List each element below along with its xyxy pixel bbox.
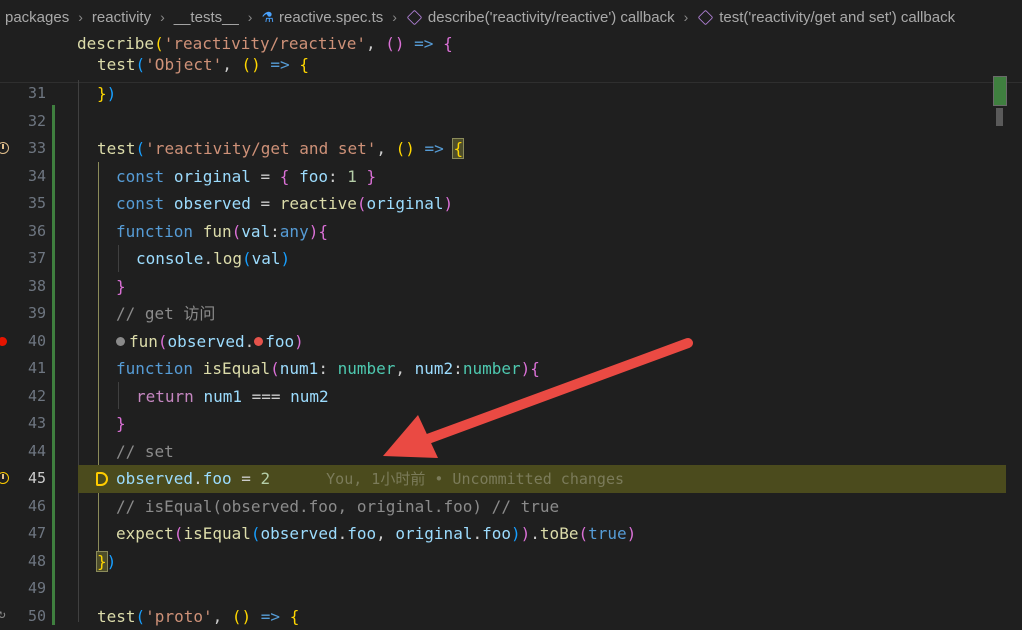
line-number: 48	[0, 548, 46, 576]
code-line[interactable]: 43 }	[0, 410, 1022, 438]
code-editor[interactable]: 31 }) 32 33 test('reactivity/get and set…	[0, 80, 1022, 622]
code-text: console.log(val)	[136, 245, 290, 273]
code-line[interactable]: 47 expect(isEqual(observed.foo, original…	[0, 520, 1022, 548]
code-text: })	[97, 80, 116, 108]
code-line[interactable]: 44 // set	[0, 438, 1022, 466]
code-text: test('proto', () => {	[97, 603, 299, 630]
minimap-slider[interactable]	[996, 108, 1003, 126]
line-number: 49	[0, 575, 46, 603]
code-line[interactable]: 33 test('reactivity/get and set', () => …	[0, 135, 1022, 163]
sticky-line-describe[interactable]: describe('reactivity/reactive', () => {	[77, 34, 453, 54]
line-number: 40	[0, 328, 46, 356]
chevron-right-icon: ›	[160, 9, 165, 25]
code-line[interactable]: 48 })	[0, 548, 1022, 576]
code-line[interactable]: 34 const original = { foo: 1 }	[0, 163, 1022, 191]
flask-icon: ⚗	[261, 9, 274, 26]
code-text: })	[97, 548, 116, 576]
cube-icon	[407, 9, 423, 25]
line-number: 43	[0, 410, 46, 438]
line-number: 41	[0, 355, 46, 383]
code-text: function isEqual(num1: number, num2:numb…	[116, 355, 540, 383]
breadcrumb: packages › reactivity › __tests__ › ⚗ re…	[0, 0, 1022, 34]
chevron-right-icon: ›	[248, 9, 253, 25]
code-line[interactable]: 40 fun(observed.foo)	[0, 328, 1022, 356]
code-text: fun(observed.foo)	[116, 328, 304, 356]
breadcrumb-describe[interactable]: describe('reactivity/reactive') callback	[406, 9, 675, 26]
code-line[interactable]: 39 // get 访问	[0, 300, 1022, 328]
code-line[interactable]: 31 })	[0, 80, 1022, 108]
code-line[interactable]: 46 // isEqual(observed.foo, original.foo…	[0, 493, 1022, 521]
scrollbar-thumb[interactable]	[993, 76, 1007, 106]
line-number: 35	[0, 190, 46, 218]
code-line[interactable]: 32	[0, 108, 1022, 136]
line-number: 36	[0, 218, 46, 246]
chevron-right-icon: ›	[392, 9, 397, 25]
code-text: const original = { foo: 1 }	[116, 163, 376, 191]
line-number: 31	[0, 80, 46, 108]
code-text: test('reactivity/get and set', () => {	[97, 135, 463, 163]
git-blame-annotation[interactable]: You, 1小时前 • Uncommitted changes	[326, 470, 624, 488]
code-line[interactable]: 35 const observed = reactive(original)	[0, 190, 1022, 218]
code-line[interactable]: 38 }	[0, 273, 1022, 301]
line-number: 45	[0, 465, 46, 493]
current-execution-line[interactable]: 45 observed.foo = 2You, 1小时前 • Uncommitt…	[0, 465, 1022, 493]
chevron-right-icon: ›	[78, 9, 83, 25]
breadcrumb-reactivity[interactable]: reactivity	[92, 9, 151, 26]
sticky-scroll-header[interactable]: describe('reactivity/reactive', () => { …	[0, 34, 1022, 83]
code-line[interactable]: ↻ 50 test('proto', () => {	[0, 603, 1022, 630]
chevron-right-icon: ›	[684, 9, 689, 25]
code-line[interactable]: 41 function isEqual(num1: number, num2:n…	[0, 355, 1022, 383]
line-number: 42	[0, 383, 46, 411]
line-number: 50	[0, 603, 46, 630]
code-text: const observed = reactive(original)	[116, 190, 453, 218]
code-text: // get 访问	[116, 300, 215, 328]
code-text: return num1 === num2	[136, 383, 329, 411]
breadcrumb-file[interactable]: ⚗ reactive.spec.ts	[261, 9, 383, 26]
breadcrumb-packages[interactable]: packages	[5, 9, 69, 26]
line-number: 44	[0, 438, 46, 466]
sticky-line-test[interactable]: test('Object', () => {	[97, 55, 309, 75]
code-text: // set	[116, 438, 174, 466]
code-text: }	[116, 273, 126, 301]
code-line[interactable]: 37 console.log(val)	[0, 245, 1022, 273]
inline-breakpoint-icon[interactable]	[254, 337, 263, 346]
inline-breakpoint-icon[interactable]	[116, 337, 125, 346]
breadcrumb-tests[interactable]: __tests__	[174, 9, 239, 26]
line-number: 32	[0, 108, 46, 136]
code-text: }	[116, 410, 126, 438]
code-text: expect(isEqual(observed.foo, original.fo…	[116, 520, 636, 548]
cube-icon	[698, 9, 714, 25]
code-text: function fun(val:any){	[116, 218, 328, 246]
line-number: 38	[0, 273, 46, 301]
line-number: 47	[0, 520, 46, 548]
line-number: 39	[0, 300, 46, 328]
line-number: 34	[0, 163, 46, 191]
code-text: // isEqual(observed.foo, original.foo) /…	[116, 493, 559, 521]
line-number: 33	[0, 135, 46, 163]
code-text: observed.foo = 2You, 1小时前 • Uncommitted …	[116, 465, 624, 494]
line-number: 46	[0, 493, 46, 521]
code-line[interactable]: 42 return num1 === num2	[0, 383, 1022, 411]
code-line[interactable]: 49	[0, 575, 1022, 603]
line-number: 37	[0, 245, 46, 273]
code-line[interactable]: 36 function fun(val:any){	[0, 218, 1022, 246]
breadcrumb-test[interactable]: test('reactivity/get and set') callback	[697, 9, 955, 26]
